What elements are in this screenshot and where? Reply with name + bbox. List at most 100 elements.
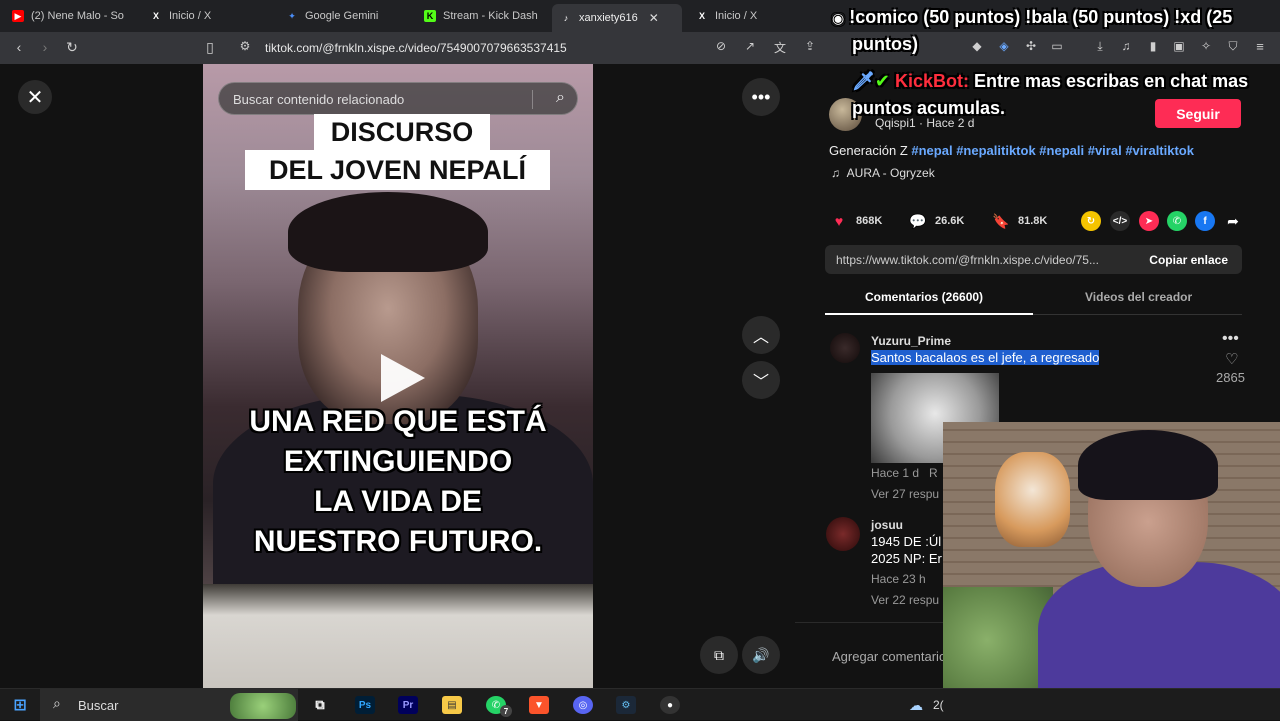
tiktok-icon: ♪ [563,13,569,23]
comment-username[interactable]: Yuzuru_Prime [871,334,951,348]
browser-tab-youtube[interactable]: ▶ (2) Nene Malo - So [12,4,130,28]
chrome-icon: ◉ [832,10,845,26]
repost-icon[interactable]: ↻ [1081,211,1101,231]
menu-icon[interactable]: ≡ [1251,39,1269,54]
verified-icon: ✔ [874,71,890,91]
hashtag[interactable]: #viral [1088,143,1122,158]
browser-tab-x-home[interactable]: X Inicio / X [150,4,260,28]
reload-icon[interactable]: ↻ [63,39,81,56]
share-link-text[interactable]: https://www.tiktok.com/@frnkln.xispe.c/v… [836,253,1099,267]
save-button[interactable]: 🔖 81.8K [992,212,1047,230]
discord-icon[interactable]: ◎ [573,696,593,714]
hashtag[interactable]: #nepal [911,143,952,158]
brave-icon[interactable]: ▼ [529,696,549,714]
hashtag[interactable]: #nepali [1039,143,1084,158]
close-icon: ✕ [26,86,44,109]
share-arrow-icon[interactable]: ➦ [1223,211,1243,231]
close-tab-icon[interactable]: ✕ [649,11,659,25]
panel-icon[interactable]: ▮ [1144,39,1162,53]
tray-text: 2( [933,698,944,712]
tracking-icon[interactable]: ⊘ [712,39,730,53]
address-bar[interactable]: tiktok.com/@frnkln.xispe.c/video/7549007… [265,41,567,55]
comment-avatar[interactable] [826,517,860,551]
browser-tab-gemini[interactable]: ✦ Google Gemini [286,4,406,28]
next-video-button[interactable]: ﹀ [742,361,780,399]
wallet-icon[interactable]: ◈ [995,39,1013,53]
webcam-person-hair [1078,430,1218,500]
task-view-icon[interactable]: ⧉ [310,696,330,714]
taskbar-search[interactable]: ⌕ Buscar [40,689,298,721]
comment-avatar[interactable] [830,333,860,363]
caption-title-2: DEL JOVEN NEPALÍ [245,150,550,190]
post-description: Generación Z #nepal #nepalitiktok #nepal… [829,143,1194,158]
kickbot-message: 🗡✔ KickBot: Entre mas escribas en chat m… [852,71,1249,91]
comment-tabs: Comentarios (26600) Videos del creador [825,290,1242,316]
forward-icon[interactable]: › [36,39,54,55]
bookmark-icon[interactable]: ▯ [201,39,219,56]
obs-icon[interactable]: ● [660,696,680,714]
follow-button[interactable]: Seguir [1155,99,1241,128]
share-page-icon[interactable]: ⇪ [801,39,819,53]
close-video-button[interactable]: ✕ [18,80,52,114]
wallet2-icon[interactable]: ▣ [1170,39,1188,53]
hashtag[interactable]: #viraltiktok [1125,143,1194,158]
browser-tab-x-home-2[interactable]: X Inicio / X [696,4,806,28]
copy-link-button[interactable]: Copiar enlace [1149,253,1228,267]
embed-icon[interactable]: </> [1110,211,1130,231]
x-icon: X [152,11,159,21]
play-icon[interactable] [381,354,425,402]
windows-start-icon[interactable]: ⊞ [10,696,30,714]
more-options-button[interactable]: ••• [742,78,780,116]
youtube-icon: ▶ [12,10,24,22]
whatsapp-icon[interactable]: ✆ [1167,211,1187,231]
vpn-icon[interactable]: ⛉ [1224,39,1242,54]
view-replies-button[interactable]: Ver 27 respu [871,487,939,501]
comment-username[interactable]: josuu [871,518,903,532]
video-player[interactable]: Buscar contenido relacionado ⌕ DISCURSO … [203,64,593,688]
volume-button[interactable]: 🔊 [742,636,780,674]
video-subject-hair [288,192,488,272]
back-icon[interactable]: ‹ [10,39,28,55]
steam-icon[interactable]: ⚙ [616,696,636,714]
comment-button[interactable]: 💬 26.6K [909,212,964,230]
related-search-input[interactable]: Buscar contenido relacionado ⌕ [218,82,578,115]
picture-in-picture-button[interactable]: ⧉ [700,636,738,674]
puzzle-icon[interactable]: ✣ [1022,39,1040,53]
search-icon[interactable]: ⌕ [556,89,565,107]
music-link[interactable]: ♫ AURA - Ogryzek [831,166,935,180]
view-replies-button[interactable]: Ver 22 respu [871,593,939,607]
extension-icon[interactable]: ◆ [968,39,986,53]
add-comment-input[interactable]: Agregar comentario [832,649,946,664]
sword-icon: 🗡 [852,71,875,91]
facebook-icon[interactable]: f [1195,211,1215,231]
site-info-icon[interactable]: ⚙ [236,39,254,53]
comment-like-icon[interactable]: ♡ [1225,350,1238,368]
caption-title-1: DISCURSO [314,114,490,150]
comment-text: Santos bacalaos es el jefe, a regresado [871,350,1100,365]
reply-button[interactable]: R [929,466,938,480]
search-icon: ⌕ [53,695,61,711]
premiere-icon[interactable]: Pr [398,696,418,714]
tab-creator-videos[interactable]: Videos del creador [1085,290,1192,304]
weather-icon[interactable]: ☁ [906,696,926,714]
download-icon[interactable]: ⤓ [1091,39,1109,54]
hashtag[interactable]: #nepalitiktok [956,143,1035,158]
tab-comments[interactable]: Comentarios (26600) [865,290,983,304]
send-icon[interactable]: ➤ [1139,211,1159,231]
speaker-icon: 🔊 [752,646,770,663]
like-button[interactable]: ♥ 868K [830,212,882,230]
browser-tab-kick[interactable]: K Stream - Kick Dash [424,4,540,28]
comment-more-icon[interactable]: ••• [1222,330,1239,348]
translate-icon[interactable]: 文 [771,39,789,56]
sidebar-icon[interactable]: ▭ [1048,39,1066,53]
browser-tab-tiktok[interactable]: ♪ xanxiety616 ✕ [552,4,682,32]
previous-video-button[interactable]: ︿ [742,316,780,354]
related-search-placeholder: Buscar contenido relacionado [233,92,405,107]
file-explorer-icon[interactable]: ▤ [442,696,462,714]
leo-icon[interactable]: ✧ [1197,39,1215,53]
stream-chat-line-2: puntos) [852,34,918,54]
music-note-icon[interactable]: ♫ [1117,39,1135,53]
open-external-icon[interactable]: ↗ [741,39,759,53]
comment-time: Hace 23 h [871,572,926,586]
photoshop-icon[interactable]: Ps [355,696,375,714]
